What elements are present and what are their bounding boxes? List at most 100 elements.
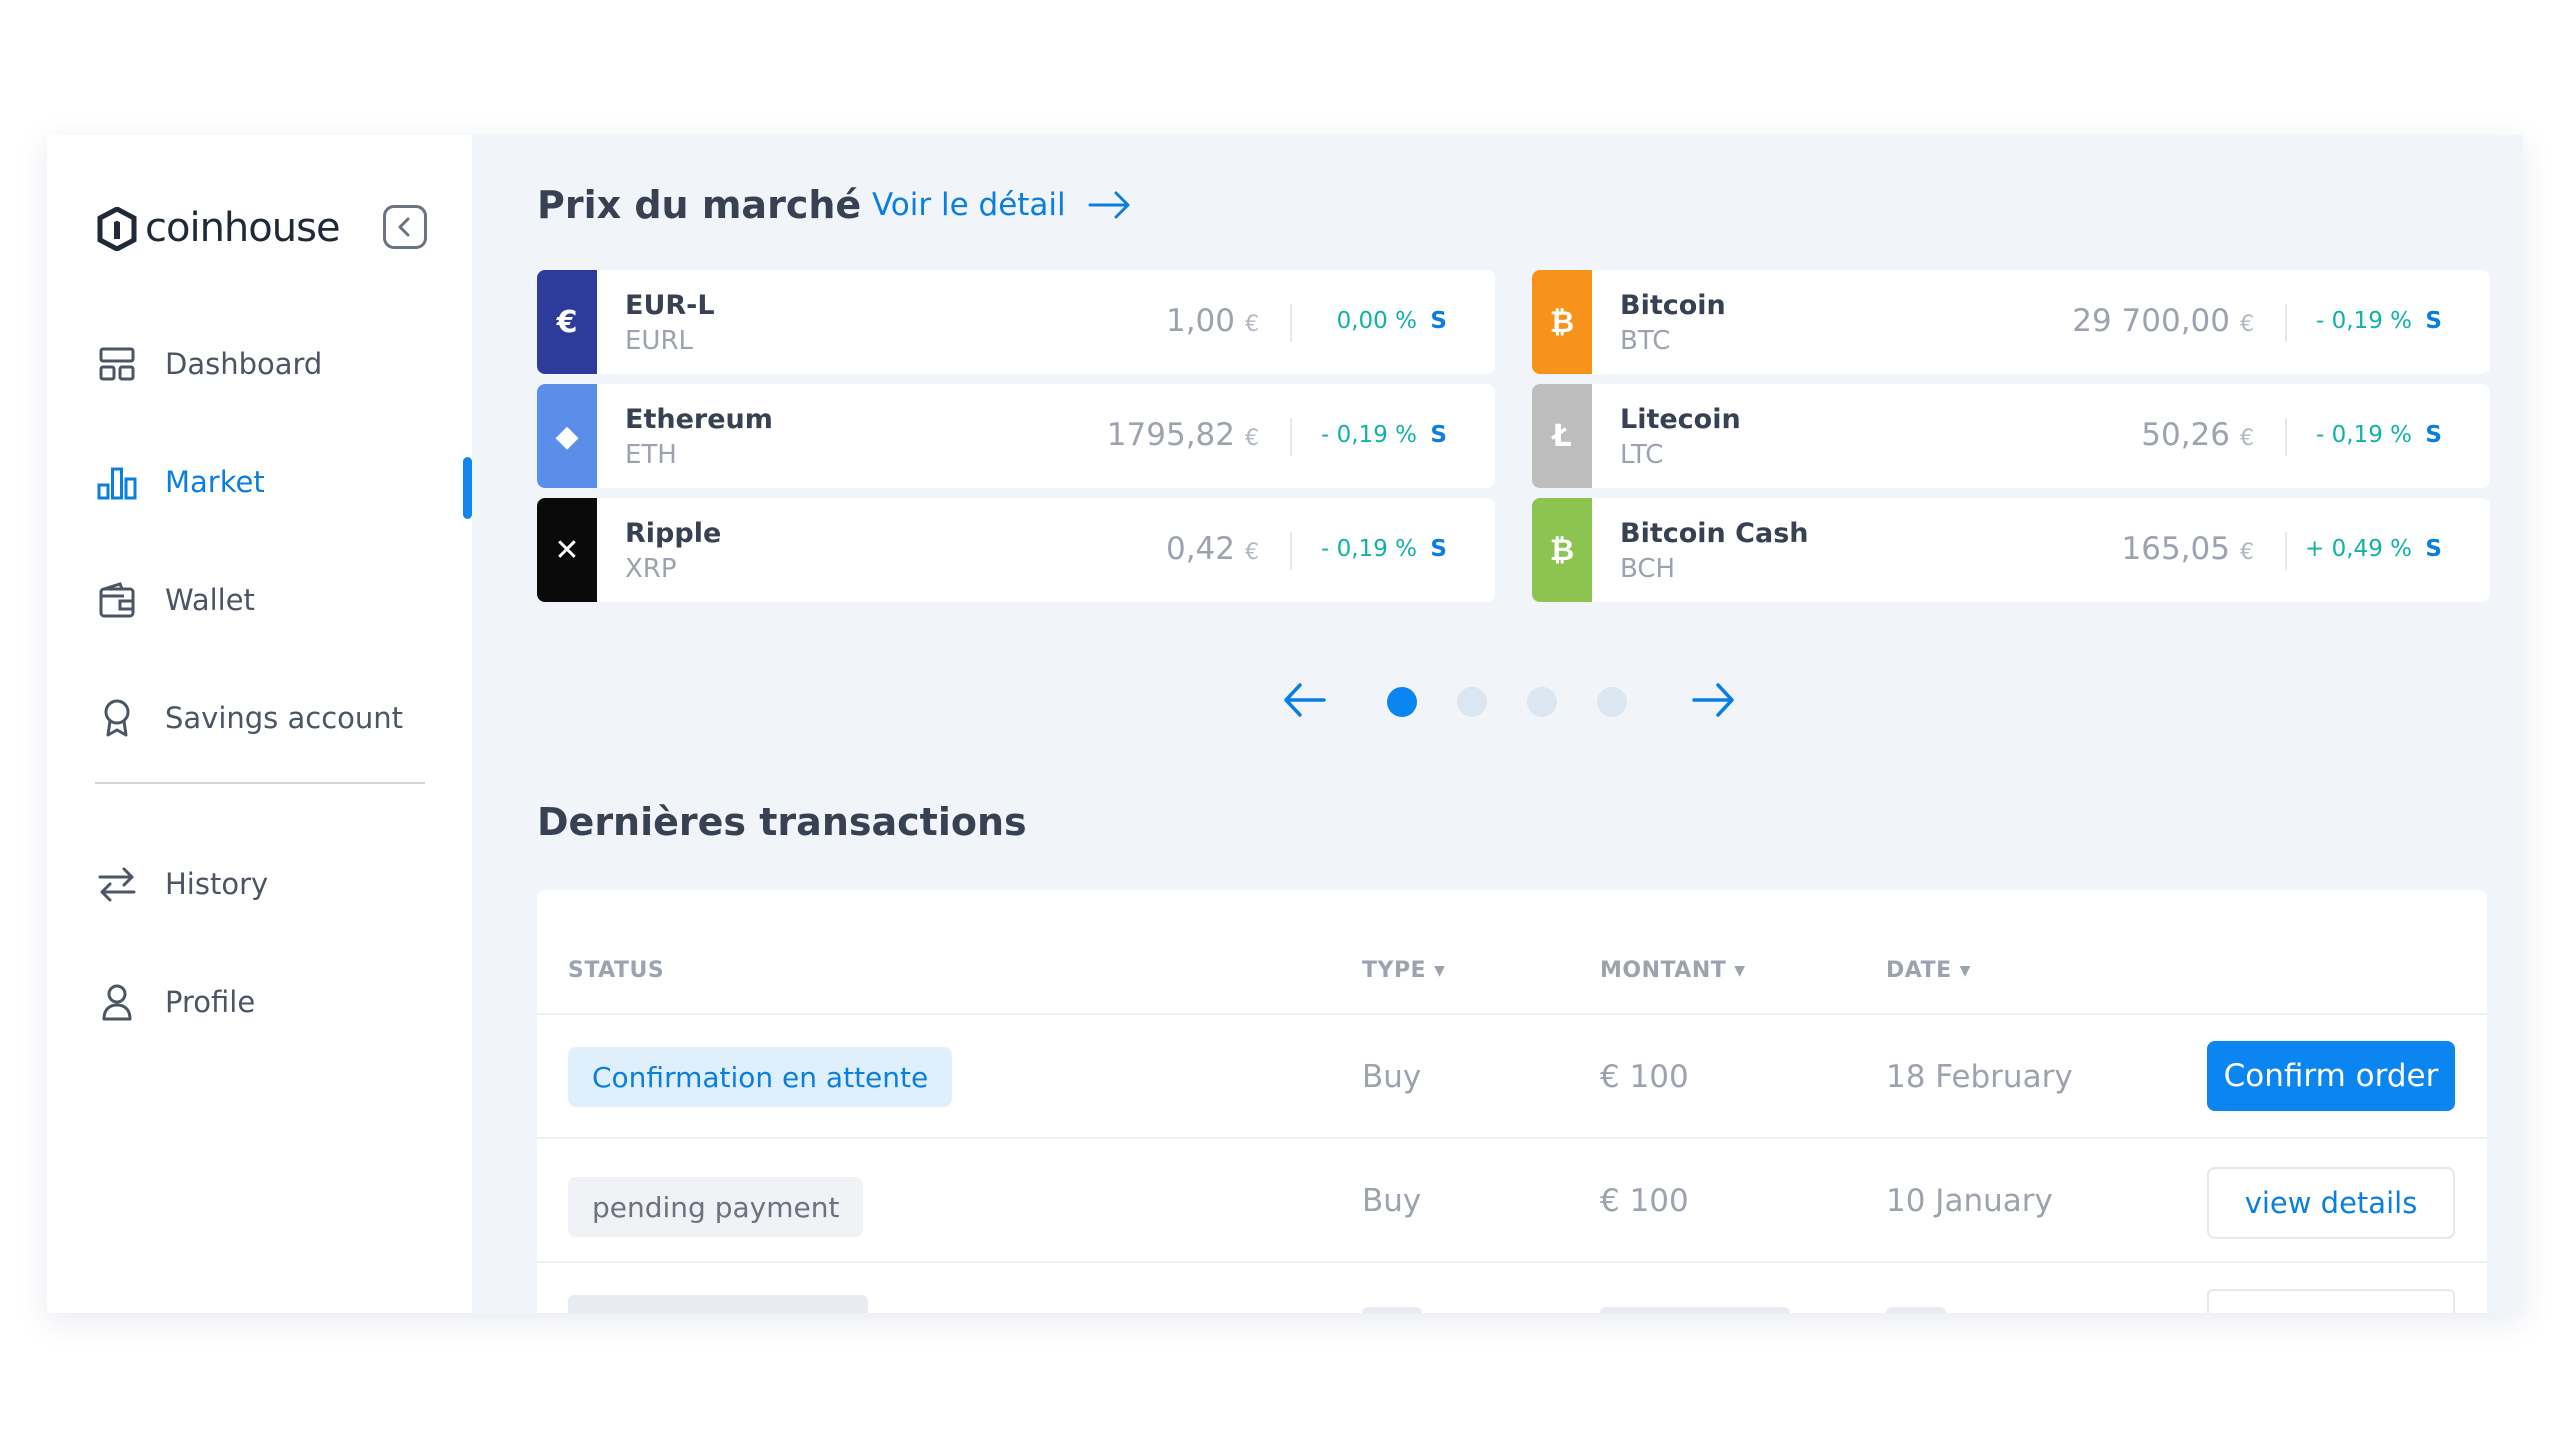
cell-amount: € 100 [1600, 1059, 1689, 1095]
coin-s-marker: S [2425, 308, 2442, 334]
coin-glyph: € [556, 304, 578, 340]
wallet-icon [97, 580, 137, 620]
column-date-label: DATE [1886, 958, 1952, 983]
coin-currency: € [2240, 426, 2254, 451]
logo-row: coinhouse [97, 205, 427, 255]
table-header: STATUS TYPE ▼ MONTANT ▼ DATE ▼ [537, 890, 2487, 1015]
dashboard-icon [97, 344, 137, 384]
cell-date: 10 January [1886, 1183, 2053, 1219]
coin-card-ltc[interactable]: Ł Litecoin LTC 50,26 € - 0,19 % S [1532, 384, 2490, 488]
sort-caret-icon: ▼ [1734, 962, 1746, 979]
pager-dot-3[interactable] [1527, 687, 1557, 717]
cell-placeholder [1600, 1307, 1790, 1313]
collapse-sidebar-button[interactable] [383, 205, 427, 249]
coin-glyph: ◆ [555, 418, 579, 454]
eurl-icon: € [537, 270, 597, 374]
coin-card-eth[interactable]: ◆ Ethereum ETH 1795,82 € - 0,19 % S [537, 384, 1495, 488]
column-amount-label: MONTANT [1600, 958, 1727, 983]
view-details-button[interactable]: view details [2207, 1167, 2455, 1239]
coin-name: Ripple [625, 518, 722, 549]
pager-dot-1[interactable] [1387, 687, 1417, 717]
sidebar-item-label: Dashboard [165, 347, 323, 381]
coin-card-xrp[interactable]: ✕ Ripple XRP 0,42 € - 0,19 % S [537, 498, 1495, 602]
status-badge: pending payment [568, 1177, 864, 1237]
coin-divider [2285, 418, 2287, 456]
ethereum-icon: ◆ [537, 384, 597, 488]
column-type-label: TYPE [1362, 958, 1427, 983]
column-status-label: STATUS [568, 958, 665, 983]
sidebar-item-label: Savings account [165, 701, 404, 735]
cell-placeholder [1362, 1307, 1422, 1313]
pager-next-arrow-icon[interactable] [1692, 680, 1736, 720]
coin-s-marker: S [1430, 308, 1447, 334]
main-content: Prix du marché Voir le détail € EUR-L EURL… [472, 135, 2523, 1313]
coin-s-marker: S [2425, 422, 2442, 448]
arrow-right-icon [1088, 191, 1130, 219]
coin-glyph: Ł [1552, 418, 1572, 454]
coin-card-bch[interactable]: ₿ Bitcoin Cash BCH 165,05 € + 0,49 % S [1532, 498, 2490, 602]
arrows-swap-icon [97, 864, 137, 904]
coin-price: 50,26 € [2141, 417, 2254, 453]
coin-divider [2285, 532, 2287, 570]
sidebar-item-label: Market [165, 465, 265, 499]
coin-price-value: 29 700,00 [2072, 303, 2230, 339]
coin-currency: € [1245, 312, 1259, 337]
bitcoin-icon: ₿ [1532, 270, 1592, 374]
coin-change: - 0,19 % [2316, 422, 2412, 448]
cell-amount: € 100 [1600, 1183, 1689, 1219]
transactions-title: Dernières transactions [537, 800, 1027, 844]
coin-change: - 0,19 % [2316, 308, 2412, 334]
coin-price: 165,05 € [2122, 531, 2254, 567]
sidebar-item-profile[interactable]: Profile [97, 943, 472, 1061]
sort-caret-icon: ▼ [1434, 962, 1446, 979]
coin-name: Bitcoin [1620, 290, 1726, 321]
coin-price-value: 165,05 [2121, 531, 2230, 567]
coin-change: - 0,19 % [1321, 536, 1417, 562]
sidebar-item-savings-account[interactable]: Savings account [97, 659, 472, 777]
sidebar-item-dashboard[interactable]: Dashboard [97, 305, 472, 423]
logo-text: coinhouse [145, 205, 341, 251]
coin-price: 1,00 € [1166, 303, 1259, 339]
sidebar-item-label: Profile [165, 985, 256, 1019]
cell-type: Buy [1362, 1183, 1422, 1219]
sidebar-item-market[interactable]: Market [97, 423, 472, 541]
view-details-button-partial[interactable] [2207, 1289, 2455, 1313]
pager-dot-2[interactable] [1457, 687, 1487, 717]
sidebar-item-wallet[interactable]: Wallet [97, 541, 472, 659]
status-badge: Confirmation en attente [568, 1047, 953, 1107]
column-type[interactable]: TYPE ▼ [1362, 958, 1445, 983]
coin-change: 0,00 % [1336, 308, 1417, 334]
sidebar: coinhouse Dashboard Market Wallet Saving… [47, 135, 472, 1313]
coin-price: 29 700,00 € [2072, 303, 2254, 339]
coin-currency: € [1245, 540, 1259, 565]
coin-price-value: 1795,82 [1106, 417, 1235, 453]
table-row: Confirmation en attente Buy € 100 18 Feb… [537, 1015, 2487, 1139]
coin-currency: € [2240, 312, 2254, 337]
coin-price-value: 1,00 [1165, 303, 1235, 339]
coin-currency: € [1245, 426, 1259, 451]
coin-glyph: ✕ [554, 532, 580, 568]
coin-divider [1290, 304, 1292, 342]
cell-placeholder [1886, 1307, 1946, 1313]
coinhouse-logo-icon [97, 207, 137, 251]
cell-date: 18 February [1886, 1059, 2073, 1095]
pager-dot-4[interactable] [1597, 687, 1627, 717]
transactions-table: STATUS TYPE ▼ MONTANT ▼ DATE ▼ Confirmation… [537, 890, 2487, 1313]
coin-s-marker: S [1430, 536, 1447, 562]
user-icon [97, 982, 137, 1022]
sort-caret-icon: ▼ [1959, 962, 1971, 979]
coin-card-eurl[interactable]: € EUR-L EURL 1,00 €0,00 % S [537, 270, 1495, 374]
coin-currency: € [2240, 540, 2254, 565]
coin-ticker: BTC [1620, 326, 1671, 356]
coin-price: 1795,82 € [1107, 417, 1259, 453]
column-amount[interactable]: MONTANT ▼ [1600, 958, 1746, 983]
sidebar-item-history[interactable]: History [97, 825, 472, 943]
confirm-order-button[interactable]: Confirm order [2207, 1041, 2455, 1111]
ripple-icon: ✕ [537, 498, 597, 602]
pager-prev-arrow-icon[interactable] [1282, 680, 1326, 720]
view-detail-link[interactable]: Voir le détail [872, 187, 1132, 223]
column-date[interactable]: DATE ▼ [1886, 958, 1971, 983]
market-title: Prix du marché [537, 183, 862, 227]
coin-ticker: XRP [625, 554, 677, 584]
coin-card-btc[interactable]: ₿ Bitcoin BTC 29 700,00 € - 0,19 % S [1532, 270, 2490, 374]
